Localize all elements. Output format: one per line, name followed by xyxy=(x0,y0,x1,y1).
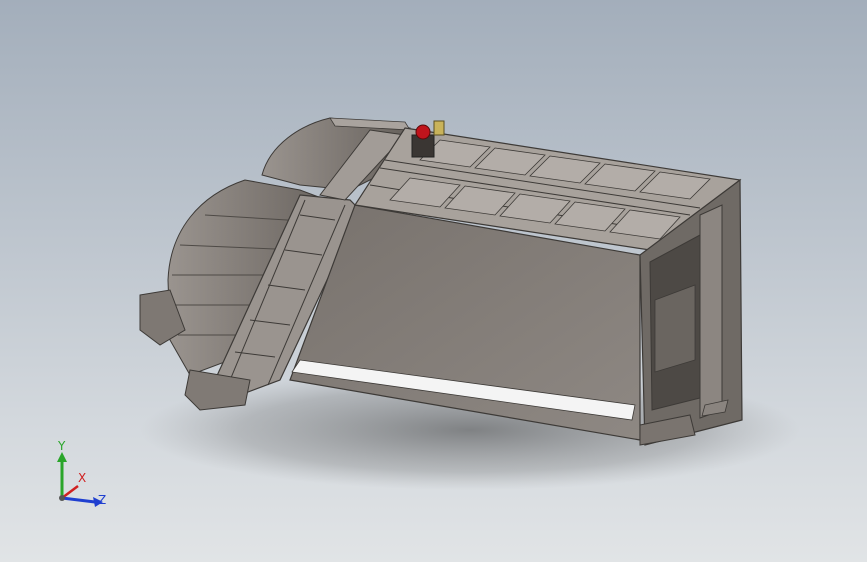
x-axis-label: X xyxy=(78,471,86,485)
front-end-post xyxy=(699,204,723,419)
red-control-knob[interactable] xyxy=(415,124,431,140)
front-end-inner-panel xyxy=(654,284,696,373)
y-axis-label: Y xyxy=(57,440,66,453)
yellow-control-handle[interactable] xyxy=(433,120,445,136)
z-axis-arrow xyxy=(61,496,96,504)
triad-origin xyxy=(59,495,65,501)
cad-viewport[interactable]: Y X Z xyxy=(0,0,867,562)
y-axis-arrowhead xyxy=(57,452,67,462)
z-axis-label: Z xyxy=(98,493,106,507)
garbage-compactor-model[interactable] xyxy=(0,0,867,562)
coordinate-triad: Y X Z xyxy=(57,440,106,507)
